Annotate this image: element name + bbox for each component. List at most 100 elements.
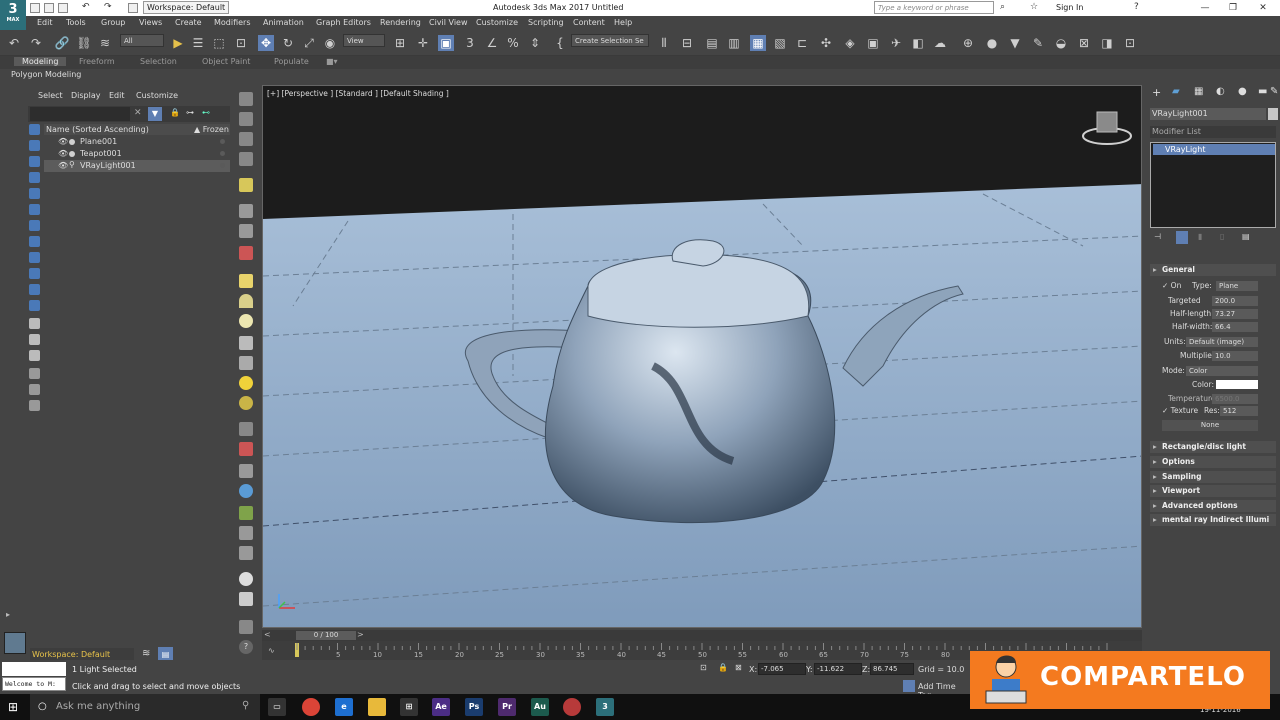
audition-icon[interactable]: Au	[531, 698, 549, 716]
vray-light-icon[interactable]: ✎	[1030, 35, 1046, 51]
explorer-menu-customize[interactable]: Customize	[136, 91, 178, 100]
rect-selection-icon[interactable]: ⬚	[211, 35, 227, 51]
after-effects-icon[interactable]: Ae	[432, 698, 450, 716]
menu-civil-view[interactable]: Civil View	[429, 18, 468, 27]
omni-light-icon[interactable]	[239, 396, 253, 410]
noise-icon[interactable]	[239, 246, 253, 260]
visibility-eye-icon[interactable]: 👁	[58, 149, 68, 158]
modifier-stack[interactable]: VRayLight	[1150, 142, 1276, 228]
multiplier-field[interactable]: 10.0	[1212, 351, 1258, 361]
star-icon[interactable]: ☆	[1030, 2, 1038, 12]
modifier-stack-item[interactable]: VRayLight	[1153, 144, 1275, 155]
vray-proxy-icon[interactable]: ⊠	[1076, 35, 1092, 51]
percent-snap-icon[interactable]: %	[505, 35, 521, 51]
edge-icon[interactable]: e	[335, 698, 353, 716]
display-xrefs-icon[interactable]	[29, 236, 40, 247]
render-setup-icon[interactable]: ◈	[842, 35, 858, 51]
display-cameras-icon[interactable]	[29, 172, 40, 183]
menu-graph-editors[interactable]: Graph Editors	[316, 18, 371, 27]
twist-icon[interactable]	[239, 224, 253, 238]
search-icon[interactable]: ⌕	[1000, 2, 1005, 12]
poly-tool-icon[interactable]	[239, 92, 253, 106]
scene-explorer-icon[interactable]: ▤	[704, 35, 720, 51]
hemisphere-icon[interactable]	[239, 294, 253, 308]
list-item[interactable]: 👁 ⚲ VRayLight001	[44, 160, 230, 172]
particles-icon[interactable]	[239, 422, 253, 436]
undo-icon[interactable]: ↶	[82, 2, 90, 12]
display-frozen-icon[interactable]	[29, 284, 40, 295]
layer-stack-icon[interactable]: ≋	[142, 648, 150, 659]
undo-icon[interactable]: ↶	[6, 35, 22, 51]
move-icon[interactable]: ✥	[258, 35, 274, 51]
globe-icon[interactable]	[239, 484, 253, 498]
lock-icon[interactable]: 🔒	[170, 108, 180, 117]
menu-animation[interactable]: Animation	[263, 18, 304, 27]
viewport-thumbnail[interactable]	[4, 632, 26, 654]
foliage-icon[interactable]	[239, 506, 253, 520]
save-file-icon[interactable]	[58, 3, 68, 13]
layer-explorer-icon[interactable]: ▥	[726, 35, 742, 51]
freeze-toggle-icon[interactable]	[220, 139, 225, 144]
prev-frame-icon[interactable]: <	[264, 630, 271, 639]
hair-icon[interactable]	[239, 526, 253, 540]
list-item[interactable]: 👁 Teapot001	[44, 148, 230, 160]
premiere-icon[interactable]: Pr	[498, 698, 516, 716]
rollout-sampling[interactable]: Sampling	[1150, 471, 1276, 483]
tab-selection[interactable]: Selection	[140, 57, 177, 66]
angle-snap-icon[interactable]: ∠	[484, 35, 500, 51]
maxscript-listener-input[interactable]	[2, 662, 66, 676]
maxscript-output[interactable]: Welcome to M:	[2, 677, 66, 691]
object-color-swatch[interactable]	[1268, 108, 1278, 120]
display-shapes-icon[interactable]	[29, 140, 40, 151]
display-tab-icon[interactable]: ●	[1238, 86, 1247, 97]
render-icon[interactable]: ✈	[888, 35, 904, 51]
sphere-icon[interactable]	[239, 314, 253, 328]
rendered-frame-icon[interactable]: ▣	[865, 35, 881, 51]
menu-views[interactable]: Views	[139, 18, 162, 27]
rollout-rectangle-disc-light[interactable]: Rectangle/disc light	[1150, 441, 1276, 453]
viewport-label[interactable]: [+] [Perspective ] [Standard ] [Default …	[267, 89, 449, 98]
create-tab-icon[interactable]: +	[1152, 86, 1161, 99]
display-invert-icon[interactable]	[29, 350, 40, 361]
filter-selected-icon[interactable]	[29, 384, 40, 395]
motion-tab-icon[interactable]: ◐	[1216, 86, 1225, 97]
edit-named-sets-icon[interactable]: {	[552, 35, 568, 51]
z-coordinate-field[interactable]: 86.745	[870, 663, 914, 675]
bones-icon[interactable]	[239, 464, 253, 478]
filter-funnel-icon[interactable]	[29, 368, 40, 379]
remove-modifier-icon[interactable]: ▯	[1220, 232, 1224, 241]
vray-mesh-icon[interactable]: ◨	[1099, 35, 1115, 51]
unlink-icon[interactable]: ⛓	[76, 35, 92, 51]
file-explorer-icon[interactable]	[368, 698, 386, 716]
color-swatch[interactable]	[1216, 380, 1258, 389]
vray-frame-icon[interactable]: ⊕	[960, 35, 976, 51]
help-icon[interactable]: ?	[1134, 2, 1139, 12]
rollout-options[interactable]: Options	[1150, 456, 1276, 468]
select-manipulate-icon[interactable]: ✛	[415, 35, 431, 51]
reference-coord-dropdown[interactable]: View	[343, 34, 385, 47]
snaps-toggle-icon[interactable]: 3	[462, 35, 478, 51]
render-iterative-icon[interactable]: ◧	[910, 35, 926, 51]
bend-icon[interactable]	[239, 204, 253, 218]
curve-editor-icon[interactable]: ▧	[772, 35, 788, 51]
display-bones-icon[interactable]	[29, 252, 40, 263]
units-dropdown[interactable]: Default (image)	[1186, 337, 1258, 347]
vray-sun-icon[interactable]: ◒	[1053, 35, 1069, 51]
expand-arrow-icon[interactable]: ▸	[6, 610, 10, 619]
menu-customize[interactable]: Customize	[476, 18, 518, 27]
rollout-viewport[interactable]: Viewport	[1150, 485, 1276, 497]
spinner-snap-icon[interactable]: ⇕	[527, 35, 543, 51]
menu-scripting[interactable]: Scripting	[528, 18, 564, 27]
maximize-button[interactable]: ❐	[1224, 1, 1242, 15]
half-length-field[interactable]: 73.27	[1212, 309, 1258, 319]
display-containers-icon[interactable]	[29, 268, 40, 279]
show-end-result-icon[interactable]	[1176, 231, 1188, 244]
vray-plane-icon[interactable]: ⊡	[1122, 35, 1138, 51]
display-none-icon[interactable]	[29, 334, 40, 345]
modify-tab-icon[interactable]: ▰	[1172, 86, 1180, 97]
app-logo-icon[interactable]: 3 MAX	[0, 0, 26, 32]
freeze-toggle-icon[interactable]	[220, 163, 225, 168]
header-name[interactable]: Name (Sorted Ascending)	[46, 125, 149, 134]
temperature-field[interactable]: 6500.0	[1212, 394, 1258, 404]
rollout-mental-ray[interactable]: mental ray Indirect Illumi	[1150, 514, 1276, 526]
